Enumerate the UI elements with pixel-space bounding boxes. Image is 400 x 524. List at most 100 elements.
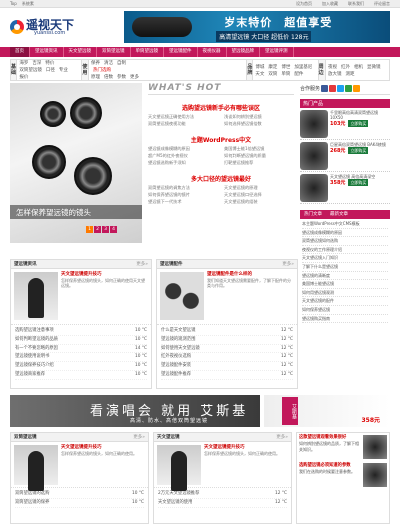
subnav-link[interactable]: 博世 <box>281 64 290 70</box>
subnav-link[interactable]: 参数 <box>117 74 126 80</box>
list-item[interactable]: 望远镜配件安装 12 °C <box>161 362 293 371</box>
rss-icon[interactable] <box>353 85 361 92</box>
subnav-link[interactable]: 清洁 <box>104 60 113 66</box>
list-item[interactable]: 望远镜购买指南 <box>302 315 388 324</box>
list-item[interactable]: 天文望远镜的配件 <box>302 297 388 306</box>
list-item[interactable]: 天文望远镜入门知识 <box>302 254 388 263</box>
list-item[interactable]: 本主题WordPress中文CMS模板 <box>302 220 388 229</box>
list-item[interactable]: 双筒望远镜的保养 10 °C <box>15 499 144 508</box>
subnav-link[interactable]: 特价 <box>45 60 54 66</box>
site-logo[interactable]: 遥视天下 yuanssi.com <box>10 11 116 43</box>
slider-page-3[interactable]: 3 <box>102 226 109 233</box>
hot-link[interactable]: 打靶望远镜推荐 <box>224 160 294 166</box>
buy-button[interactable]: 立即购买 <box>348 179 369 186</box>
product-image[interactable] <box>300 110 328 138</box>
hot-link[interactable]: 天文望远镜的原理 <box>224 185 294 191</box>
subnav-link[interactable]: 自制 <box>117 60 126 66</box>
more-link[interactable]: 更多» <box>282 261 294 267</box>
list-item[interactable]: 望远镜成像模糊的原因 <box>302 229 388 238</box>
add-favorite-link[interactable]: 加入收藏 <box>322 1 338 7</box>
subnav-link[interactable]: 原理 <box>91 74 100 80</box>
top-link[interactable]: Top <box>10 1 17 6</box>
subnav-link[interactable]: 测距 <box>346 71 355 77</box>
slider-caption[interactable]: 怎样保养望远镜的镜头 <box>10 205 142 219</box>
slider-page-1[interactable]: 1 <box>86 226 93 233</box>
ad-banner[interactable]: 看演唱会 就用 艾斯基 高清、防水、高倍双筒望远镜 艾斯基 358元 <box>10 395 390 427</box>
subnav-link[interactable]: 专业 <box>59 67 68 73</box>
tab-latest-articles[interactable]: 最新文章 <box>326 210 352 219</box>
hot-link[interactable]: 双筒望远镜夜视功能 <box>148 121 218 127</box>
list-item[interactable]: 望远镜使用说明书 10 °C <box>15 353 147 363</box>
list-item[interactable]: 2万元天文望远镜推荐 12 °C <box>158 490 287 499</box>
section-title[interactable]: 双筒望远镜 <box>14 434 37 440</box>
subnav-link[interactable]: 双筒 <box>268 71 277 77</box>
article-thumbnail[interactable] <box>14 445 58 491</box>
list-item[interactable]: 望远镜保养技巧介绍 10 °C <box>15 362 147 371</box>
subnav-link[interactable]: 配件 <box>294 71 303 77</box>
subnav-link[interactable]: 更多 <box>130 74 139 80</box>
more-link[interactable]: 更多» <box>133 434 145 440</box>
more-link[interactable]: 更多» <box>276 434 288 440</box>
subnav-link[interactable]: 相机 <box>354 64 363 70</box>
product-image[interactable] <box>300 174 328 202</box>
hot-link[interactable]: 望远镜选购新手须知 <box>148 160 218 166</box>
nav-item[interactable]: 夜视仪器 <box>198 47 227 57</box>
subnav-link[interactable]: 倍数 <box>104 74 113 80</box>
product-item[interactable]: 巨星高倍双筒望远镜 BAK4棱镜 268元 立即购买 <box>300 140 390 172</box>
nav-item[interactable]: 天文望远镜 <box>64 47 97 57</box>
list-item[interactable]: 望远镜配件推荐 12 °C <box>161 371 293 380</box>
list-item[interactable]: 美国博士能望远镜 <box>302 280 388 289</box>
nav-item[interactable]: 望远镜资讯 <box>30 47 64 57</box>
list-item[interactable]: 望远镜的观测范围 12 °C <box>161 336 293 345</box>
subnav-link[interactable]: 海罗 <box>19 60 28 66</box>
subnav-link[interactable]: 显微镜 <box>367 64 381 70</box>
more-link[interactable]: 更多» <box>136 261 148 267</box>
subnav-link[interactable]: 吉深 <box>32 60 41 66</box>
hot-link[interactable]: 天文望远镜的组装 <box>224 199 294 205</box>
article-thumbnail[interactable] <box>157 445 201 491</box>
nav-item[interactable]: 望远镜评测 <box>260 47 294 57</box>
nav-item[interactable]: 望远镜品牌 <box>227 47 260 57</box>
hot-link[interactable]: 超广M5的红外夜视仪 <box>148 153 218 159</box>
subnav-link[interactable]: 口径 <box>46 67 55 73</box>
product-item[interactable]: 天文望远镜 高倍高清深空 358元 立即购买 <box>300 172 390 204</box>
subnav-link[interactable]: 保养 <box>91 60 100 66</box>
list-item[interactable]: 红外夜视仪选购 12 °C <box>161 353 293 363</box>
nav-item[interactable]: 单筒望远镜 <box>131 47 164 57</box>
ad-main[interactable]: 看演唱会 就用 艾斯基 高清、防水、高倍双筒望远镜 <box>10 395 260 427</box>
buy-button[interactable]: 立即购买 <box>348 147 369 154</box>
subnav-link[interactable]: 报价 <box>19 74 28 80</box>
subnav-link[interactable]: 博城 <box>255 64 264 70</box>
wechat-icon[interactable] <box>345 85 353 92</box>
subnav-link[interactable]: 夜视 <box>328 64 337 70</box>
hot-link[interactable]: 天文望远镜正确使用方法 <box>148 114 218 120</box>
list-item[interactable]: 什么是天文望远镜 12 °C <box>161 327 293 336</box>
list-item[interactable]: 如何用望远镜观测 <box>302 289 388 298</box>
hot-link[interactable]: 如何保养望远镜的镜片 <box>148 192 218 198</box>
subnav-link-hot[interactable]: 热门选购 <box>91 67 241 73</box>
hot-headline[interactable]: 选购望远镜新手必有哪些误区 <box>148 103 294 112</box>
top-link[interactable]: 系统素 <box>22 1 34 6</box>
hot-headline[interactable]: 多大口径的望远镜最好 <box>148 174 294 183</box>
list-item[interactable]: 如何保养望远镜 <box>302 306 388 315</box>
tab-hot-articles[interactable]: 热门文章 <box>300 210 326 219</box>
review-image[interactable] <box>363 463 387 487</box>
list-item[interactable]: 天文望远镜的使用 12 °C <box>158 499 287 508</box>
section-title[interactable]: 望远镜配件 <box>160 261 183 267</box>
featured-slider[interactable]: 怎样保养望远镜的镜头 1 2 3 4 <box>10 83 142 243</box>
product-desc[interactable]: 千里眼高倍高清双筒望远镜 10X50 <box>330 110 390 120</box>
list-item[interactable]: 双筒望远镜如何选购 <box>302 237 388 246</box>
list-item[interactable]: 如何使用天文望远镜 12 °C <box>161 345 293 354</box>
comment-link[interactable]: 评论留言 <box>374 1 390 7</box>
list-item[interactable]: 望远镜的清晰度 <box>302 272 388 281</box>
weibo-icon[interactable] <box>329 85 337 92</box>
set-homepage-link[interactable]: 设为首页 <box>296 1 312 7</box>
hot-link[interactable]: 美国博士能1倍望远镜 <box>224 146 294 152</box>
hot-headline[interactable]: 主题WordPress中文 <box>148 135 294 144</box>
list-item[interactable]: 双筒望远镜的选购 10 °C <box>15 490 144 499</box>
list-item[interactable]: 选购望远镜注意事项 10 °C <box>15 327 147 336</box>
subnav-link[interactable]: 天文 <box>255 71 264 77</box>
product-item[interactable]: 千里眼高倍高清双筒望远镜 10X50 103元 立即购买 <box>300 108 390 140</box>
hot-link[interactable]: 如何判断望远镜的质量 <box>224 153 294 159</box>
share-icon[interactable] <box>321 85 329 92</box>
